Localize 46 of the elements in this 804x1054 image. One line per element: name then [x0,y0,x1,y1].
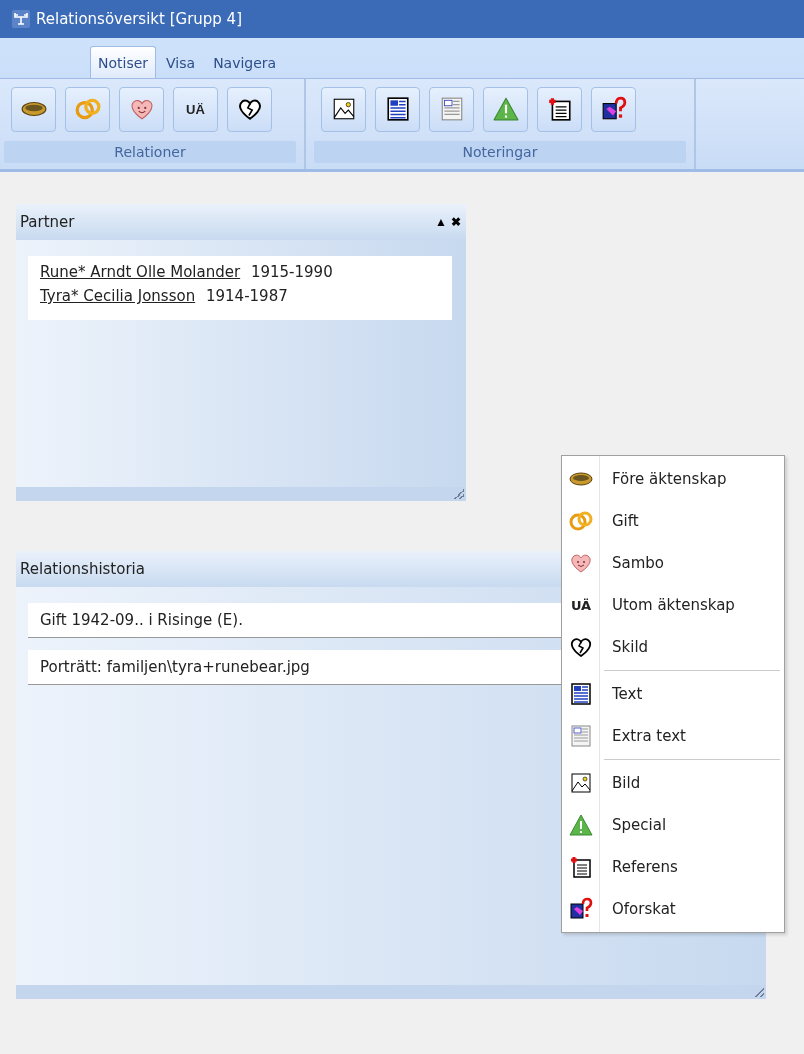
resize-grip[interactable] [754,987,764,997]
family-tree-icon [12,10,30,28]
resize-grip[interactable] [454,489,464,499]
image-icon [569,771,593,795]
group-label: Relationer [4,141,296,163]
panel-control[interactable]: ✖ [450,215,462,229]
rings-icon [569,509,593,533]
letters-label: UÄ [186,101,205,117]
life-years: 1915-1990 [250,263,333,281]
ribbon-button[interactable] [321,86,366,132]
warning-icon [492,96,519,122]
rings-icon [74,96,101,122]
person-link[interactable]: Tyra* Cecilia Jonsson [40,287,196,305]
text-document-icon [569,682,593,706]
reference-icon [546,96,573,122]
ribbon-button[interactable] [375,86,420,132]
warning-icon [569,813,593,837]
panel-control[interactable]: ▲ [434,215,448,229]
group-label: Noteringar [314,141,686,163]
menu-item[interactable]: Oforskat [562,888,784,930]
menu-item[interactable]: Bild [562,762,784,804]
life-years: 1914-1987 [205,287,288,305]
document-icon [569,724,593,748]
person-link[interactable]: Rune* Arndt Olle Molander [40,263,241,281]
menu-item[interactable]: Gift [562,500,784,542]
reference-icon [569,855,593,879]
ribbon-button[interactable] [537,86,582,132]
ribbon-button[interactable] [227,86,272,132]
menu-item[interactable]: Special [562,804,784,846]
text-document-icon [384,96,411,122]
ribbon-button[interactable] [591,86,636,132]
ribbon-tab[interactable]: Notiser [90,46,157,78]
ribbon-tab[interactable]: Navigera [205,46,285,78]
ribbon-button[interactable] [11,86,56,132]
window-title: Relationsöversikt [Grupp 4] [36,10,242,28]
ribbon-tab[interactable]: Visa [158,46,204,78]
menu-item[interactable]: Sambo [562,542,784,584]
ribbon-button[interactable]: UÄ [173,86,218,132]
panel-title: Relationshistoria [20,560,145,578]
menu-item[interactable]: Extra text [562,715,784,757]
broken-heart-icon [569,635,593,659]
question-box-icon [569,897,593,921]
menu-item[interactable]: Före äktenskap [562,458,784,500]
panel-title: Partner [20,213,75,231]
menu-item[interactable]: Referens [562,846,784,888]
question-box-icon [600,96,627,122]
